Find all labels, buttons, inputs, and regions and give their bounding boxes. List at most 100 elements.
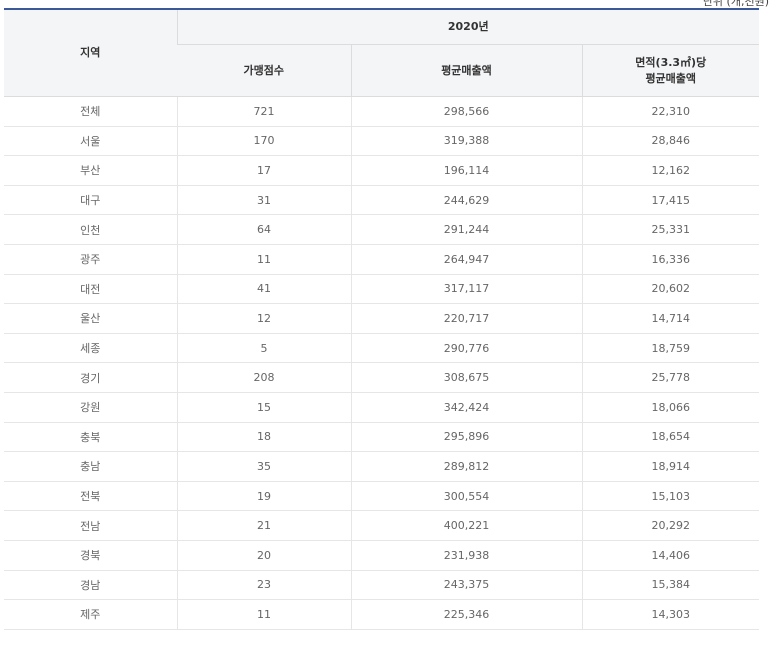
stores-cell: 5 [176,333,351,364]
area-sales-cell: 17,415 [581,185,759,216]
year-column-header: 2020년 [176,9,759,45]
table-row: 세종 5 290,776 18,759 [4,333,759,364]
area-sales-cell: 14,303 [581,599,759,630]
area-sales-cell: 18,654 [581,422,759,453]
stores-cell: 17 [176,155,351,186]
avg-sales-cell: 225,346 [350,599,582,630]
area-sales-header-line1: 면적(3.3㎡)당 [635,55,707,69]
area-sales-cell: 22,310 [581,96,759,127]
avg-sales-cell: 400,221 [350,510,582,541]
area-sales-cell: 20,292 [581,510,759,541]
area-sales-cell: 18,759 [581,333,759,364]
stores-cell: 170 [176,126,351,157]
table-row: 전체 721 298,566 22,310 [4,96,759,127]
table-row: 충북 18 295,896 18,654 [4,422,759,453]
stores-cell: 19 [176,481,351,512]
avg-sales-cell: 298,566 [350,96,582,127]
region-cell: 세종 [4,333,177,364]
avg-sales-cell: 308,675 [350,362,582,393]
region-cell: 경북 [4,540,177,571]
region-cell: 서울 [4,126,177,157]
stores-cell: 20 [176,540,351,571]
avg-sales-cell: 264,947 [350,244,582,275]
table-row: 서울 170 319,388 28,846 [4,126,759,157]
area-sales-cell: 15,103 [581,481,759,512]
table-row: 경남 23 243,375 15,384 [4,570,759,601]
table-header: 지역 2020년 가맹점수 평균매출액 면적(3.3㎡)당 평균매출액 [4,9,759,97]
avg-sales-cell: 289,812 [350,451,582,482]
stores-cell: 208 [176,362,351,393]
table-row: 대구 31 244,629 17,415 [4,185,759,216]
area-sales-cell: 25,778 [581,362,759,393]
stores-cell: 64 [176,214,351,245]
region-cell: 경기 [4,362,177,393]
avg-sales-cell: 196,114 [350,155,582,186]
table-row: 경북 20 231,938 14,406 [4,540,759,571]
area-sales-cell: 20,602 [581,274,759,305]
table-row: 대전 41 317,117 20,602 [4,274,759,305]
table-row: 강원 15 342,424 18,066 [4,392,759,423]
stores-cell: 35 [176,451,351,482]
avg-sales-cell: 317,117 [350,274,582,305]
avg-sales-cell: 231,938 [350,540,582,571]
area-sales-cell: 16,336 [581,244,759,275]
table-row: 부산 17 196,114 12,162 [4,155,759,186]
table-row: 충남 35 289,812 18,914 [4,451,759,482]
avg-sales-cell: 244,629 [350,185,582,216]
area-sales-cell: 14,714 [581,303,759,334]
table-row: 전남 21 400,221 20,292 [4,510,759,541]
area-sales-cell: 18,066 [581,392,759,423]
region-cell: 울산 [4,303,177,334]
region-cell: 전남 [4,510,177,541]
table-row: 전북 19 300,554 15,103 [4,481,759,512]
region-cell: 대전 [4,274,177,305]
avg-sales-cell: 300,554 [350,481,582,512]
stores-column-header: 가맹점수 [177,44,351,97]
header-row-top: 지역 2020년 [4,9,759,97]
area-sales-cell: 14,406 [581,540,759,571]
avg-sales-cell: 319,388 [350,126,582,157]
region-cell: 충남 [4,451,177,482]
stores-cell: 721 [176,96,351,127]
stores-cell: 23 [176,570,351,601]
region-cell: 광주 [4,244,177,275]
area-sales-column-header: 면적(3.3㎡)당 평균매출액 [581,44,759,97]
table-row: 인천 64 291,244 25,331 [4,214,759,245]
region-cell: 제주 [4,599,177,630]
avg-sales-cell: 291,244 [350,214,582,245]
stores-cell: 21 [176,510,351,541]
stores-cell: 18 [176,422,351,453]
avg-sales-cell: 243,375 [350,570,582,601]
avg-sales-cell: 220,717 [350,303,582,334]
area-sales-cell: 15,384 [581,570,759,601]
avg-sales-cell: 342,424 [350,392,582,423]
region-cell: 인천 [4,214,177,245]
area-sales-cell: 18,914 [581,451,759,482]
area-sales-cell: 12,162 [581,155,759,186]
avg-sales-cell: 290,776 [350,333,582,364]
table-row: 제주 11 225,346 14,303 [4,599,759,630]
region-cell: 경남 [4,570,177,601]
region-cell: 전북 [4,481,177,512]
region-column-header: 지역 [4,9,177,97]
table-row: 울산 12 220,717 14,714 [4,303,759,334]
area-sales-cell: 28,846 [581,126,759,157]
stores-cell: 11 [176,244,351,275]
avg-sales-cell: 295,896 [350,422,582,453]
table-row: 경기 208 308,675 25,778 [4,362,759,393]
stores-cell: 15 [176,392,351,423]
stores-cell: 12 [176,303,351,334]
region-cell: 대구 [4,185,177,216]
table-body: 전체 721 298,566 22,310 서울 170 319,388 28,846 부산 17… [4,96,759,630]
stores-cell: 31 [176,185,351,216]
stores-cell: 41 [176,274,351,305]
area-sales-cell: 25,331 [581,214,759,245]
region-cell: 충북 [4,422,177,453]
region-cell: 전체 [4,96,177,127]
sales-table: 지역 2020년 가맹점수 평균매출액 면적(3.3㎡)당 평균매출액 전체 72… [4,8,759,630]
region-cell: 강원 [4,392,177,423]
table-row: 광주 11 264,947 16,336 [4,244,759,275]
stores-cell: 11 [176,599,351,630]
avg-sales-column-header: 평균매출액 [350,44,582,97]
region-cell: 부산 [4,155,177,186]
